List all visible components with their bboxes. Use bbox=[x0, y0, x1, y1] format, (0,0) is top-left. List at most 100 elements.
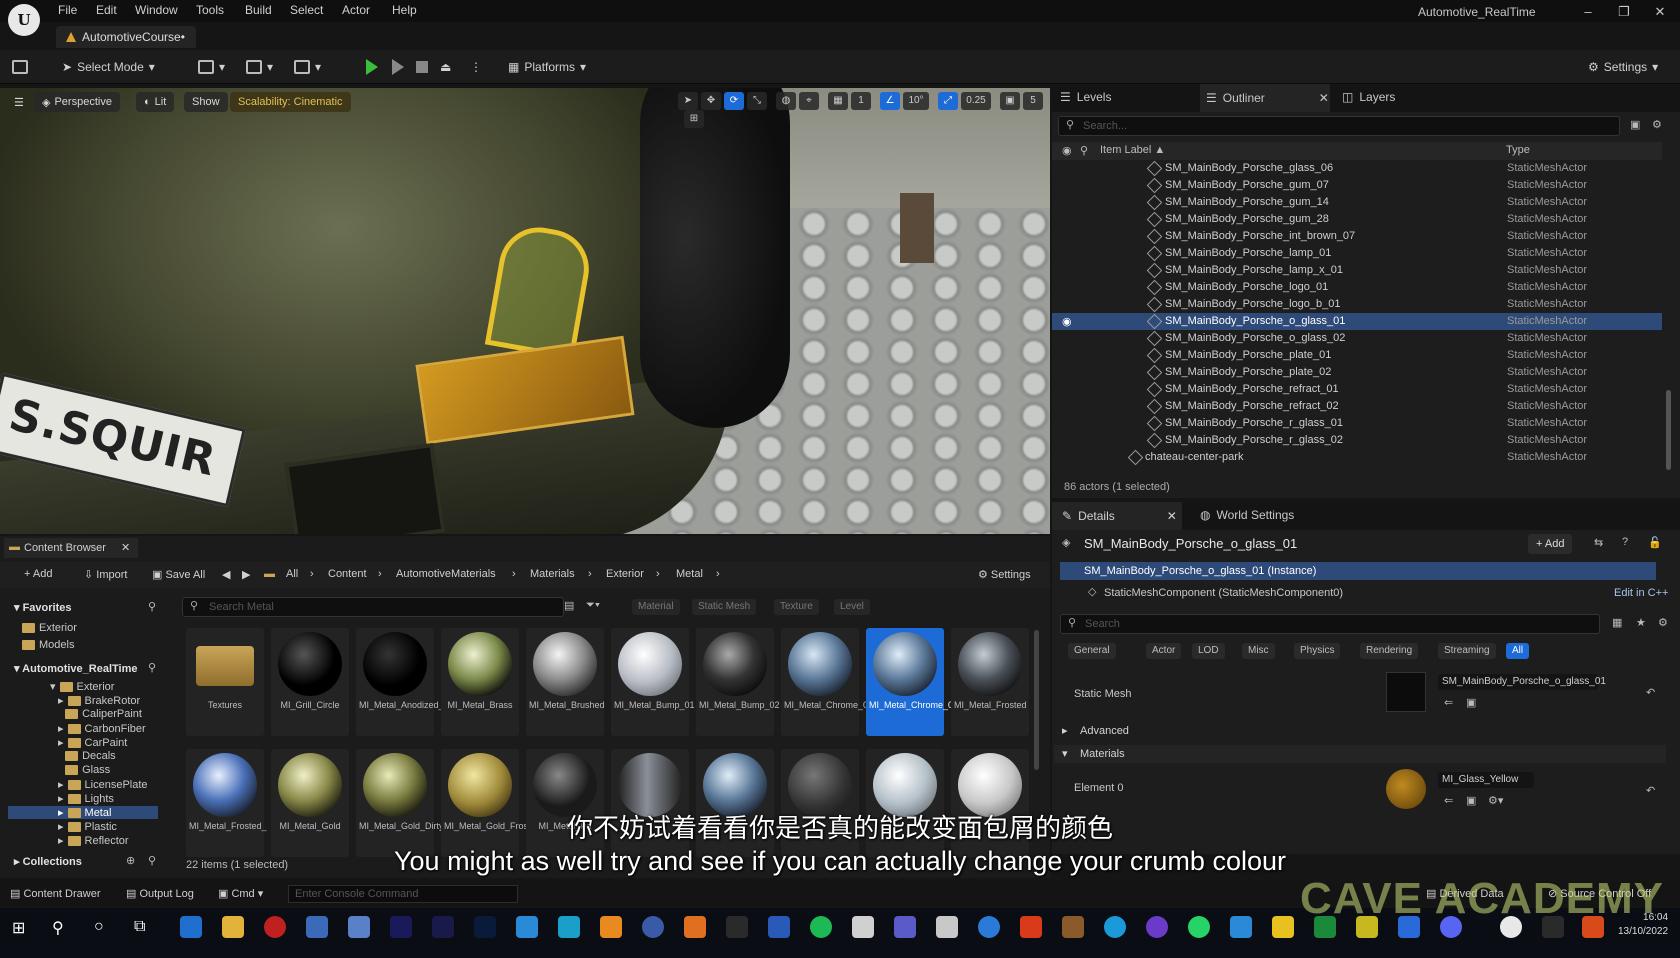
app-icon[interactable] bbox=[936, 916, 958, 938]
advanced-section[interactable]: ▸ Advanced bbox=[1054, 722, 1666, 740]
more-options-icon[interactable]: ⋮ bbox=[470, 56, 482, 78]
platforms-button[interactable]: ▦ Platforms ▾ bbox=[508, 56, 586, 78]
grid-snap-value[interactable]: 1 bbox=[851, 92, 871, 110]
scale-snap-icon[interactable]: ⤢ bbox=[938, 92, 958, 110]
outliner-row[interactable]: SM_MainBody_Porsche_lamp_01 StaticMeshAct… bbox=[1052, 245, 1662, 262]
asset-tile[interactable]: MI_Metal_Bump_02 bbox=[696, 628, 780, 736]
maximize-viewport-icon[interactable]: ⊞ bbox=[684, 110, 704, 128]
outliner-row[interactable]: SM_MainBody_Porsche_gum_07 StaticMeshActo… bbox=[1052, 177, 1662, 194]
menu-build[interactable]: Build bbox=[245, 3, 272, 17]
media-encoder-icon[interactable] bbox=[390, 916, 412, 938]
import-button[interactable]: ⇩ Import bbox=[84, 568, 127, 581]
outliner-row-selected[interactable]: ◉ SM_MainBody_Porsche_o_glass_01 StaticMes… bbox=[1052, 313, 1662, 330]
breadcrumb-all[interactable]: All bbox=[286, 568, 298, 580]
grid-view-icon[interactable]: ▦ bbox=[1612, 616, 1622, 629]
filter-chip-level[interactable]: Level bbox=[834, 599, 870, 615]
grid-snap-icon[interactable]: ▦ bbox=[828, 92, 848, 110]
edit-cpp-link[interactable]: Edit in C++ bbox=[1614, 587, 1668, 599]
tree-brakerotor[interactable]: ▸ BrakeRotor bbox=[58, 694, 140, 708]
materials-section[interactable]: ▾ Materials bbox=[1054, 745, 1666, 763]
filter-chip-texture[interactable]: Texture bbox=[774, 599, 819, 615]
filter-misc[interactable]: Misc bbox=[1242, 643, 1275, 659]
recorder-icon[interactable] bbox=[264, 916, 286, 938]
visibility-column-icon[interactable]: ◉ bbox=[1062, 144, 1072, 157]
edge-icon[interactable] bbox=[180, 916, 202, 938]
filter-streaming[interactable]: Streaming bbox=[1438, 643, 1496, 659]
outliner-row[interactable]: SM_MainBody_Porsche_refract_02 StaticMesh… bbox=[1052, 398, 1662, 415]
lock-icon[interactable]: 🔓 bbox=[1648, 536, 1662, 549]
tab-layers[interactable]: ◫ Layers bbox=[1342, 90, 1395, 104]
asset-tile[interactable]: MI_Metal_Anodized_03 bbox=[356, 628, 454, 736]
add-button[interactable]: + Add bbox=[24, 568, 52, 580]
cmd-button[interactable]: ▣ Cmd ▾ bbox=[218, 887, 263, 900]
save-all-button[interactable]: ▣ Save All bbox=[152, 568, 205, 581]
scale-tool-icon[interactable]: ⤡ bbox=[747, 92, 767, 110]
outliner-row[interactable]: SM_MainBody_Porsche_int_brown_07 StaticMe… bbox=[1052, 228, 1662, 245]
asset-tile[interactable]: MI_Metal_Chrome_01 bbox=[781, 628, 873, 736]
filter-physics[interactable]: Physics bbox=[1294, 643, 1341, 659]
menu-actor[interactable]: Actor bbox=[342, 3, 370, 17]
star-icon[interactable]: ★ bbox=[1636, 616, 1646, 629]
close-tab-icon[interactable]: ✕ bbox=[1319, 91, 1329, 105]
browse-icon[interactable]: ▣ bbox=[1466, 696, 1476, 709]
app-icon[interactable] bbox=[978, 916, 1000, 938]
breadcrumb-content[interactable]: Content bbox=[328, 568, 367, 580]
rotation-snap-value[interactable]: 10° bbox=[903, 92, 929, 110]
add-content-icon[interactable]: ▾ bbox=[198, 56, 225, 78]
breadcrumb-automotivematerials[interactable]: AutomotiveMaterials bbox=[396, 568, 496, 580]
tree-caliperpaint[interactable]: CaliperPaint bbox=[58, 708, 142, 720]
camera-speed-icon[interactable]: ▣ bbox=[1000, 92, 1020, 110]
use-selected-icon[interactable]: ⇐ bbox=[1444, 794, 1453, 807]
asset-tile[interactable]: MI_Metal_Frosted bbox=[951, 628, 1029, 736]
tree-carpaint[interactable]: ▸ CarPaint bbox=[58, 736, 127, 750]
static-mesh-thumbnail[interactable] bbox=[1386, 672, 1426, 712]
play-button[interactable] bbox=[366, 56, 378, 78]
menu-help[interactable]: Help bbox=[392, 3, 417, 17]
calculator-icon[interactable] bbox=[306, 916, 328, 938]
reset-icon[interactable]: ↶ bbox=[1646, 784, 1655, 797]
camera-speed-value[interactable]: 5 bbox=[1023, 92, 1043, 110]
search-icon[interactable]: ⚲ bbox=[148, 600, 156, 613]
filter-lod[interactable]: LOD bbox=[1192, 643, 1225, 659]
menu-tools[interactable]: Tools bbox=[196, 3, 224, 17]
content-drawer-button[interactable]: ▤ Content Drawer bbox=[10, 887, 101, 900]
favorites-header[interactable]: ▾ Favorites bbox=[14, 601, 72, 614]
reset-icon[interactable]: ↶ bbox=[1646, 686, 1655, 699]
app-icon[interactable] bbox=[600, 916, 622, 938]
tree-exterior[interactable]: ▾ Exterior bbox=[50, 680, 114, 694]
close-tab-icon[interactable]: ✕ bbox=[1167, 509, 1177, 523]
search-icon[interactable]: ⚲ bbox=[52, 918, 64, 938]
filter-all[interactable]: All bbox=[1506, 643, 1530, 659]
asset-search-input[interactable]: Search Metal bbox=[182, 597, 564, 617]
outliner-scrollbar[interactable] bbox=[1666, 390, 1671, 470]
app-icon[interactable] bbox=[1146, 916, 1168, 938]
favorite-exterior[interactable]: Exterior bbox=[22, 622, 77, 634]
help-icon[interactable]: ? bbox=[1622, 536, 1628, 548]
show-button[interactable]: Show bbox=[184, 92, 228, 112]
viewport-menu-icon[interactable]: ☰ bbox=[6, 92, 32, 112]
office-icon[interactable] bbox=[1020, 916, 1042, 938]
outliner-row[interactable]: chateau-center-park StaticMeshActor bbox=[1052, 449, 1662, 466]
menu-select[interactable]: Select bbox=[290, 3, 323, 17]
content-browser-tab[interactable]: Content Browser ✕ bbox=[4, 538, 138, 558]
visibility-eye-icon[interactable]: ◉ bbox=[1062, 315, 1072, 328]
step-button[interactable] bbox=[392, 56, 404, 78]
outliner-row[interactable]: SM_MainBody_Porsche_lamp_x_01 StaticMeshA… bbox=[1052, 262, 1662, 279]
world-space-icon[interactable]: ◍ bbox=[776, 92, 796, 110]
browse-icon[interactable]: ▣ bbox=[1466, 794, 1476, 807]
console-command-input[interactable]: Enter Console Command bbox=[288, 885, 518, 903]
tab-world-settings[interactable]: ◍ World Settings bbox=[1200, 508, 1294, 522]
add-component-button[interactable]: + Add bbox=[1528, 534, 1573, 554]
search-icon[interactable]: ⚲ bbox=[148, 661, 156, 674]
stop-button[interactable] bbox=[416, 56, 428, 78]
asset-tile[interactable]: MI_Metal_Bump_01 bbox=[611, 628, 695, 736]
task-view-icon[interactable]: ⧉ bbox=[134, 918, 145, 936]
outliner-row[interactable]: SM_MainBody_Porsche_refract_01 StaticMesh… bbox=[1052, 381, 1662, 398]
instance-row[interactable]: SM_MainBody_Porsche_o_glass_01 (Instance… bbox=[1060, 562, 1656, 580]
gear-icon[interactable]: ⚙ bbox=[1658, 616, 1668, 629]
file-explorer-icon[interactable] bbox=[222, 916, 244, 938]
translate-tool-icon[interactable]: ✥ bbox=[701, 92, 721, 110]
app-icon[interactable] bbox=[558, 916, 580, 938]
outliner-row[interactable]: SM_MainBody_Porsche_plate_02 StaticMeshAc… bbox=[1052, 364, 1662, 381]
project-root-header[interactable]: ▾ Automotive_RealTime bbox=[14, 662, 138, 675]
